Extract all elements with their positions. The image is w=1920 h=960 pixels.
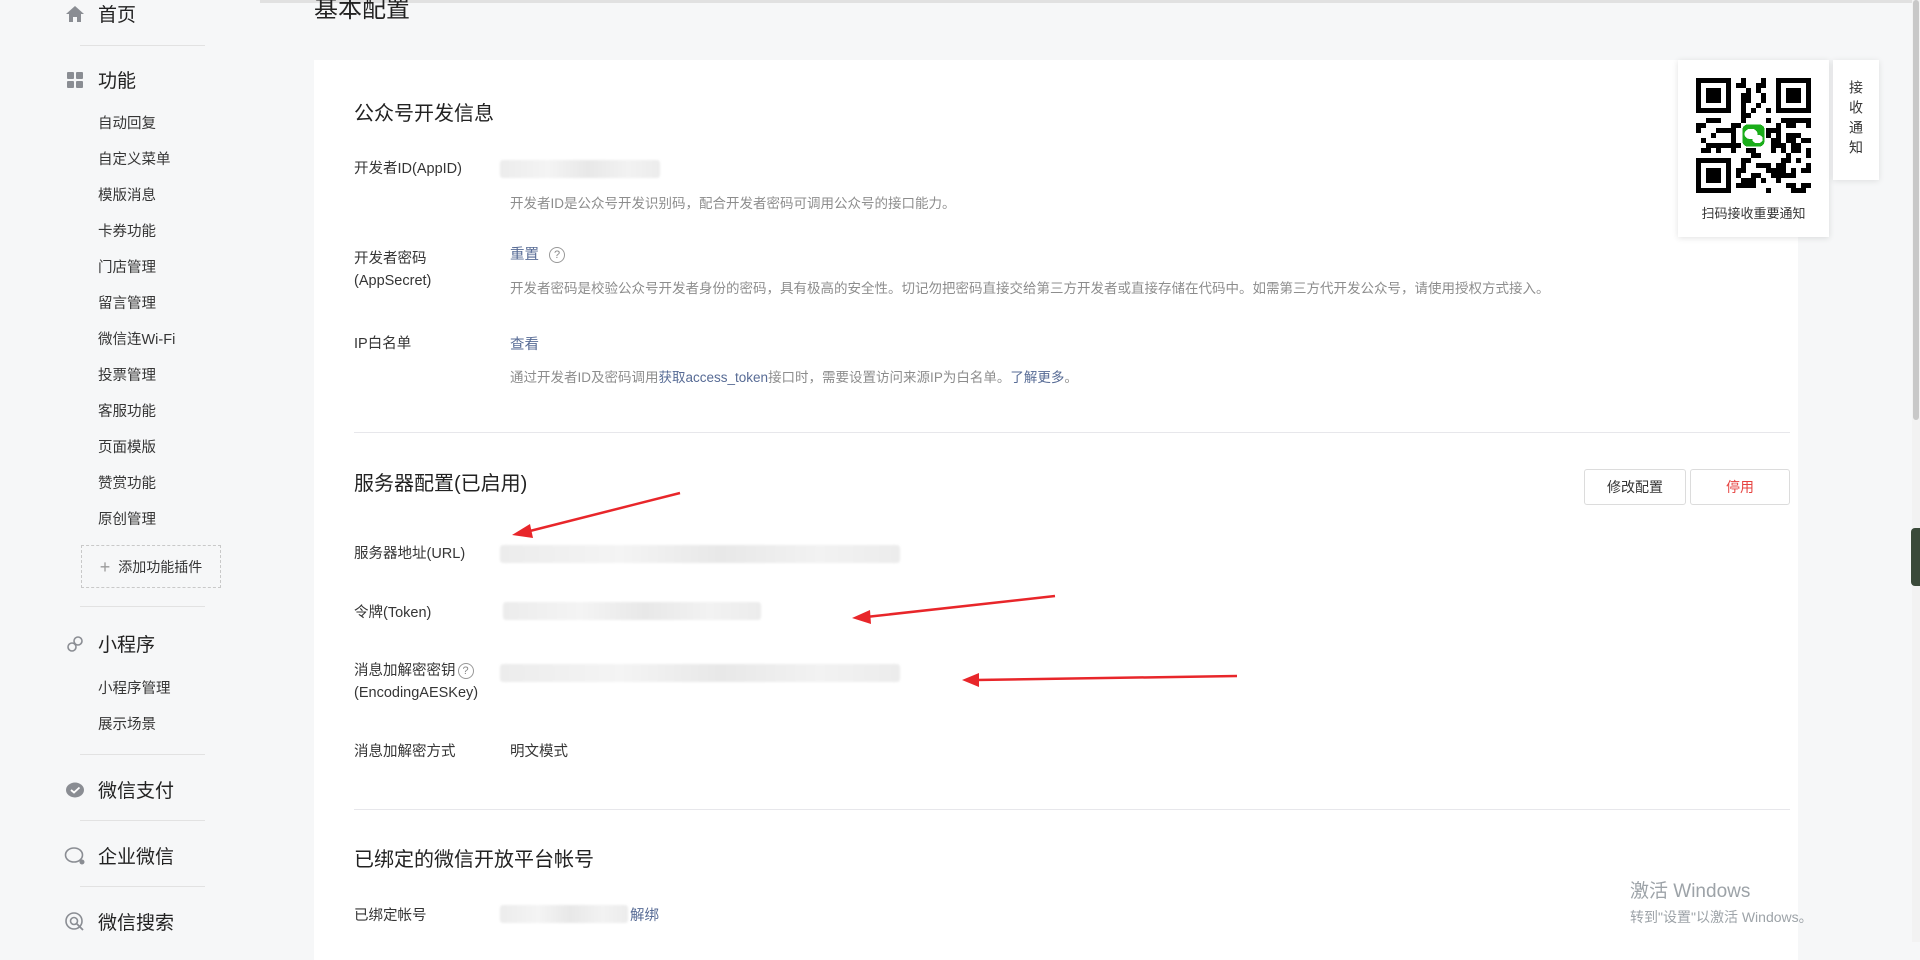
sidebar-item-features[interactable]: 功能 [64,66,136,93]
ip-desc-text: 通过开发者ID及密码调用 [510,370,659,385]
sidebar-divider [80,754,205,755]
dev-info-title: 公众号开发信息 [354,103,494,125]
appid-description: 开发者ID是公众号开发识别码，配合开发者密码可调用公众号的接口能力。 [510,196,956,211]
secret-label-line1: 开发者密码 [354,251,427,267]
search-icon [64,911,86,933]
sidebar-divider [80,606,205,607]
token-value-blurred [503,602,761,620]
sidebar-item-template-msg[interactable]: 模版消息 [98,184,156,205]
sidebar-miniprogram-label: 小程序 [98,635,156,656]
qr-caption: 扫码接收重要通知 [1701,206,1806,221]
sidebar: 首页 功能 自动回复 自定义菜单 模版消息 卡券功能 门店管理 留言管理 微信连… [0,0,260,942]
aes-key-label-text: 消息加解密密钥 [354,663,456,679]
receive-notify-tab[interactable]: 接收通知 [1833,60,1879,180]
sidebar-wechat-search-label: 微信搜索 [98,913,175,934]
encrypt-mode-label: 消息加解密方式 [354,744,456,760]
sidebar-item-wechat-search[interactable]: 微信搜索 [64,908,174,935]
bound-accounts-title: 已绑定的微信开放平台帐号 [354,849,594,871]
secret-description: 开发者密码是校验公众号开发者身份的密码，具有极高的安全性。切记勿把密码直接交给第… [510,281,1550,296]
windows-activation-watermark: 激活 Windows 转到"设置"以激活 Windows。 [1630,876,1813,927]
bound-account-value-blurred [500,905,628,923]
access-token-link[interactable]: 获取access_token [659,370,769,385]
secret-reset-row: 重置 ? [510,243,566,264]
section-divider [354,809,1790,810]
ip-whitelist-view-link[interactable]: 查看 [510,333,539,354]
sidebar-item-miniprogram-manage[interactable]: 小程序管理 [98,677,171,698]
watermark-line1: 激活 Windows [1630,881,1751,902]
home-icon [64,3,86,25]
server-url-label: 服务器地址(URL) [354,546,466,562]
side-widget-handle[interactable] [1911,528,1920,586]
server-url-value-blurred [500,545,900,563]
grid-icon [64,69,86,91]
learn-more-link[interactable]: 了解更多 [1010,370,1064,385]
sidebar-divider [80,886,205,887]
receive-notify-label: 接收通知 [1848,80,1864,160]
disable-button[interactable]: 停用 [1690,469,1790,505]
qr-notify-box: 扫码接收重要通知 [1678,60,1829,237]
sidebar-wechat-pay-label: 微信支付 [98,781,175,802]
ip-whitelist-label: IP白名单 [354,336,412,352]
help-icon[interactable]: ? [549,247,566,264]
sidebar-home-label: 首页 [98,5,137,26]
ip-desc-end: 。 [1064,370,1078,385]
secret-label-line2: (AppSecret) [354,273,432,289]
secret-label: 开发者密码 (AppSecret) [354,248,431,292]
sidebar-item-original[interactable]: 原创管理 [98,508,156,529]
sidebar-wework-label: 企业微信 [98,847,175,868]
sidebar-item-reward[interactable]: 赞赏功能 [98,472,156,493]
scrollbar-thumb[interactable] [1913,0,1919,420]
sidebar-item-home[interactable]: 首页 [64,0,136,27]
sidebar-item-custom-menu[interactable]: 自定义菜单 [98,148,171,169]
appid-value-blurred [500,160,660,178]
server-config-title: 服务器配置(已启用) [354,473,528,495]
ip-desc-text: 接口时，需要设置访问来源IP为白名单。 [768,370,1011,385]
help-icon[interactable]: ? [457,663,474,680]
section-divider [354,432,1790,433]
top-border [0,0,1920,3]
sidebar-item-cards[interactable]: 卡券功能 [98,220,156,241]
ip-whitelist-description: 通过开发者ID及密码调用获取access_token接口时，需要设置访问来源IP… [510,366,1078,386]
sidebar-item-miniprogram[interactable]: 小程序 [64,630,155,657]
token-label: 令牌(Token) [354,605,432,621]
sidebar-item-stores[interactable]: 门店管理 [98,256,156,277]
unbind-link[interactable]: 解绑 [630,905,659,927]
sidebar-item-wifi[interactable]: 微信连Wi-Fi [98,328,175,349]
sidebar-item-comments[interactable]: 留言管理 [98,292,156,313]
modify-config-button[interactable]: 修改配置 [1584,469,1686,505]
sidebar-features-label: 功能 [98,71,137,92]
sidebar-item-customer-service[interactable]: 客服功能 [98,400,156,421]
wework-icon [64,845,86,867]
aes-key-label-line1: 消息加解密密钥? [354,660,478,682]
qr-code-image [1696,78,1811,193]
aes-key-value-blurred [500,664,900,682]
sidebar-item-page-templates[interactable]: 页面模版 [98,436,156,457]
sidebar-divider [80,45,205,46]
sidebar-divider [80,820,205,821]
sidebar-item-display-scenes[interactable]: 展示场景 [98,713,156,734]
sidebar-item-wechat-pay[interactable]: 微信支付 [64,776,174,803]
encrypt-mode-value: 明文模式 [510,744,568,760]
secret-reset-link[interactable]: 重置 [510,247,539,263]
miniprogram-icon [64,633,86,655]
aes-key-label-line2: (EncodingAESKey) [354,685,479,701]
watermark-line2: 转到"设置"以激活 Windows。 [1630,909,1813,925]
add-plugin-label: 添加功能插件 [118,558,203,575]
page-title: 基本配置 [314,0,410,23]
sidebar-item-votes[interactable]: 投票管理 [98,364,156,385]
bound-account-label: 已绑定帐号 [354,908,427,924]
aes-key-label: 消息加解密密钥? (EncodingAESKey) [354,660,478,704]
sidebar-item-auto-reply[interactable]: 自动回复 [98,112,156,133]
wechat-pay-icon [64,779,86,801]
add-plugin-button[interactable]: + 添加功能插件 [81,545,221,588]
sidebar-item-wework[interactable]: 企业微信 [64,842,174,869]
appid-label: 开发者ID(AppID) [354,161,462,177]
plus-icon: + [99,556,111,577]
